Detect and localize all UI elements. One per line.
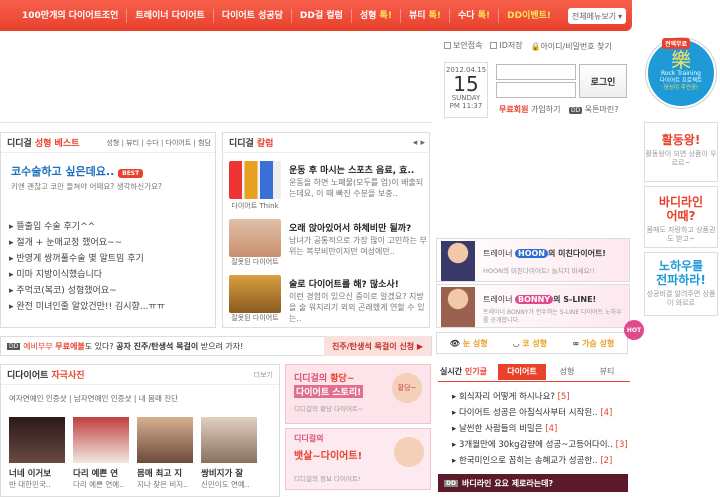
bodyline-link[interactable]: DD 바디라인 요요 제로라는데?: [438, 474, 628, 492]
photo-thumb[interactable]: [73, 417, 129, 463]
story-banner-2[interactable]: 디디걸의 뱃살~다이어트! 디디걸의 정보 다이어트!: [285, 428, 431, 490]
knowhow-box[interactable]: 노하우를 전파하라! 성공비결 알려주면 상품이 와르르: [644, 252, 718, 316]
ranking-tab[interactable]: 실시간 인기글: [440, 364, 494, 380]
nose-icon: ◡: [513, 338, 520, 348]
list-item[interactable]: ▸ 다이어트 성공은 아침식사부터 시작된.. [4]: [452, 406, 612, 418]
activity-king-box[interactable]: 활동왕! 활동왕이 되면 상품이 우르르~: [644, 122, 718, 182]
list-item[interactable]: ▸ 3개월만에 30kg감량에 성공~고등어다이.. [3]: [452, 438, 628, 450]
date-widget: 2012.04.15 15 SUNDAY PM 11:37: [444, 62, 488, 118]
top-nav: 100만개의 다이어트조언 트레이너 다이어트 다이어트 성공담 DD걸 컬럼 …: [0, 0, 632, 31]
list-item[interactable]: ▸ 반영게 쌍꺼풀수술 몇 알트밈 후기: [9, 251, 144, 264]
bodyline-box[interactable]: 바디라인 어때? 몸매도 자랑하고 상품권도 받고~: [644, 186, 718, 248]
column-header: 디디걸 칼럼 ◂ ▸: [223, 133, 429, 153]
register-line: 무료회원 가입하기 DD 욱튼마린?: [499, 104, 618, 115]
hot-badge: HOT: [624, 320, 644, 340]
best-badge: BEST: [118, 169, 144, 178]
story-banner-1[interactable]: 디디걸의 황당~ 다이어트 스토리! 디디걸의 황당 다이어트~ 황당~: [285, 364, 431, 424]
column-article-title[interactable]: 술로 다이어트를 해? 많소사!: [289, 277, 399, 290]
sports-drink-thumb[interactable]: [229, 161, 281, 199]
cartoon-girl-image: [394, 437, 424, 467]
list-item[interactable]: ▸ 날씬한 사람들의 비밀은 [4]: [452, 422, 557, 434]
banner-area: [0, 31, 432, 123]
tab-surgery[interactable]: 성형: [550, 364, 584, 380]
nav-success-story[interactable]: 다이어트 성공담: [214, 8, 292, 23]
photo-panel: 디다이어트 자극사진 더보기 여자연예인 인증샷 | 남자연예인 인증샷 | 내 …: [0, 364, 280, 497]
id-input[interactable]: [496, 64, 576, 80]
photo-thumb[interactable]: [201, 417, 257, 463]
nav-surgery-talk[interactable]: 성형 톡!: [352, 8, 401, 23]
breast-surgery-link[interactable]: ∞ 가슴 성형: [573, 338, 615, 349]
cartoon-girl-image: 황당~: [392, 373, 422, 403]
find-account-link[interactable]: 🔒 아이디/비밀번호 찾기: [530, 41, 611, 52]
join-link[interactable]: 가입하기: [531, 105, 560, 114]
bonny-promo[interactable]: 트레이너 BONNY 의 S-LINE! 트레이너 BONNY가 전수하는 S-L…: [436, 284, 630, 328]
photo-header: 디다이어트 자극사진 더보기: [1, 365, 279, 385]
nav-ddgirl-column[interactable]: DD걸 컬럼: [292, 8, 352, 23]
tab-diet[interactable]: 다이어트: [498, 364, 546, 380]
rock-training-banner[interactable]: 전액무료 樂 Rock Training 다이어트 프로젝트 당신이 주인공!: [646, 38, 716, 108]
best-sub: 키엔 괜찮고 코만 들쳐야 어때요? 생각하신가요?: [11, 182, 162, 191]
login-options: 보안접속 ID저장 🔒 아이디/비밀번호 찾기: [444, 40, 617, 52]
surgery-links: 👁 눈 성형 ◡ 코 성형 ∞ 가슴 성형: [436, 332, 628, 354]
chevron-right-icon[interactable]: ▸: [420, 138, 425, 148]
dd-badge: DD: [569, 107, 583, 114]
lock-icon: 🔒: [530, 42, 541, 51]
best-panel: 디디걸 성형 베스트 성형 | 뷰티 | 수다 | 다이어트 | 험담 코수술하고…: [0, 132, 216, 328]
nav-beauty-talk[interactable]: 뷰티 톡!: [401, 8, 451, 23]
legs-thumb[interactable]: [229, 219, 281, 257]
eye-surgery-link[interactable]: 👁 눈 성형: [450, 338, 488, 349]
trainer-hoon-image: [441, 241, 475, 281]
necklace-apply-button[interactable]: 진주/탄생석 목걸이 신청 ▶: [323, 336, 431, 356]
chevron-left-icon[interactable]: ◂: [413, 138, 418, 148]
nav-chat-talk[interactable]: 수다 톡!: [450, 8, 500, 23]
photo-tabs[interactable]: 여자연예인 인증샷 | 남자연예인 인증샷 | 내 몸매 진단: [9, 393, 178, 404]
best-header: 디디걸 성형 베스트 성형 | 뷰티 | 수다 | 다이어트 | 험담: [1, 133, 215, 153]
column-pager: ◂ ▸: [413, 138, 425, 148]
list-item[interactable]: ▸ 회식자리 어떻게 하시나요? [5]: [452, 390, 570, 402]
trainer-bonny-image: [441, 287, 475, 327]
login-button[interactable]: 로그인: [579, 64, 627, 98]
ranking-divider: [438, 381, 630, 382]
list-item[interactable]: ▸ 뜰출입 수술 후기^^: [9, 219, 95, 232]
best-tabs[interactable]: 성형 | 뷰티 | 수다 | 다이어트 | 험담: [106, 138, 211, 148]
list-item[interactable]: ▸ 완전 미녀인줄 알았건만!! 김시향...ㅠㅠ: [9, 299, 165, 312]
password-input[interactable]: [496, 82, 576, 98]
column-article-title[interactable]: 운동 후 마시는 스포츠 음료, 효..: [289, 163, 414, 176]
all-menu-button[interactable]: 전체메뉴보기 ▾: [568, 8, 626, 24]
free-member-link[interactable]: 무료회원: [499, 105, 528, 114]
best-headline[interactable]: 코수술하고 싶은데요.. BEST: [11, 163, 144, 179]
nose-surgery-link[interactable]: ◡ 코 성형: [513, 338, 547, 349]
tab-beauty[interactable]: 뷰티: [590, 364, 624, 380]
list-item[interactable]: ▸ 한국미인으로 꼽히는 송혜교가 성공한.. [2]: [452, 454, 612, 466]
list-item[interactable]: ▸ 절개 + 눈매교정 했어요~~: [9, 235, 122, 248]
chevron-down-icon: ▾: [618, 11, 623, 21]
eye-icon: 👁: [449, 338, 460, 348]
list-item[interactable]: ▸ 주먹코(복코) 성형했어요~: [9, 283, 117, 296]
hoon-promo[interactable]: 트레이너 HOON 의 미친다이어트! HOON의 미친다이어트! 놀치지 마세요…: [436, 238, 630, 282]
more-link[interactable]: 더보기: [254, 370, 273, 380]
column-panel: 디디걸 칼럼 ◂ ▸ 다이어트 Think 잘못된 다이어트 잘못된 다이어트 운…: [222, 132, 430, 328]
event-strip[interactable]: DD 예비부부 무료에볼 도 있다? 공자 진주/탄생석 목걸이 받으려 가자! …: [0, 336, 432, 356]
photo-thumb[interactable]: [137, 417, 193, 463]
beer-thumb[interactable]: [229, 275, 281, 313]
nav-diet-tips[interactable]: 100만개의 다이어트조언: [0, 8, 128, 23]
forgot-link[interactable]: 욱튼마린?: [585, 105, 619, 114]
nav-trainer-diet[interactable]: 트레이너 다이어트: [127, 8, 214, 23]
column-article-title[interactable]: 오래 앉아있어서 하체비만 될까?: [289, 221, 411, 234]
nav-event[interactable]: DD이벤트!: [499, 9, 559, 23]
list-item[interactable]: ▸ 미마 지방이식했습니다: [9, 267, 102, 280]
photo-thumb[interactable]: [9, 417, 65, 463]
save-id-checkbox[interactable]: ID저장: [490, 40, 523, 51]
secure-login-checkbox[interactable]: 보안접속: [444, 40, 482, 51]
bra-icon: ∞: [572, 338, 580, 348]
